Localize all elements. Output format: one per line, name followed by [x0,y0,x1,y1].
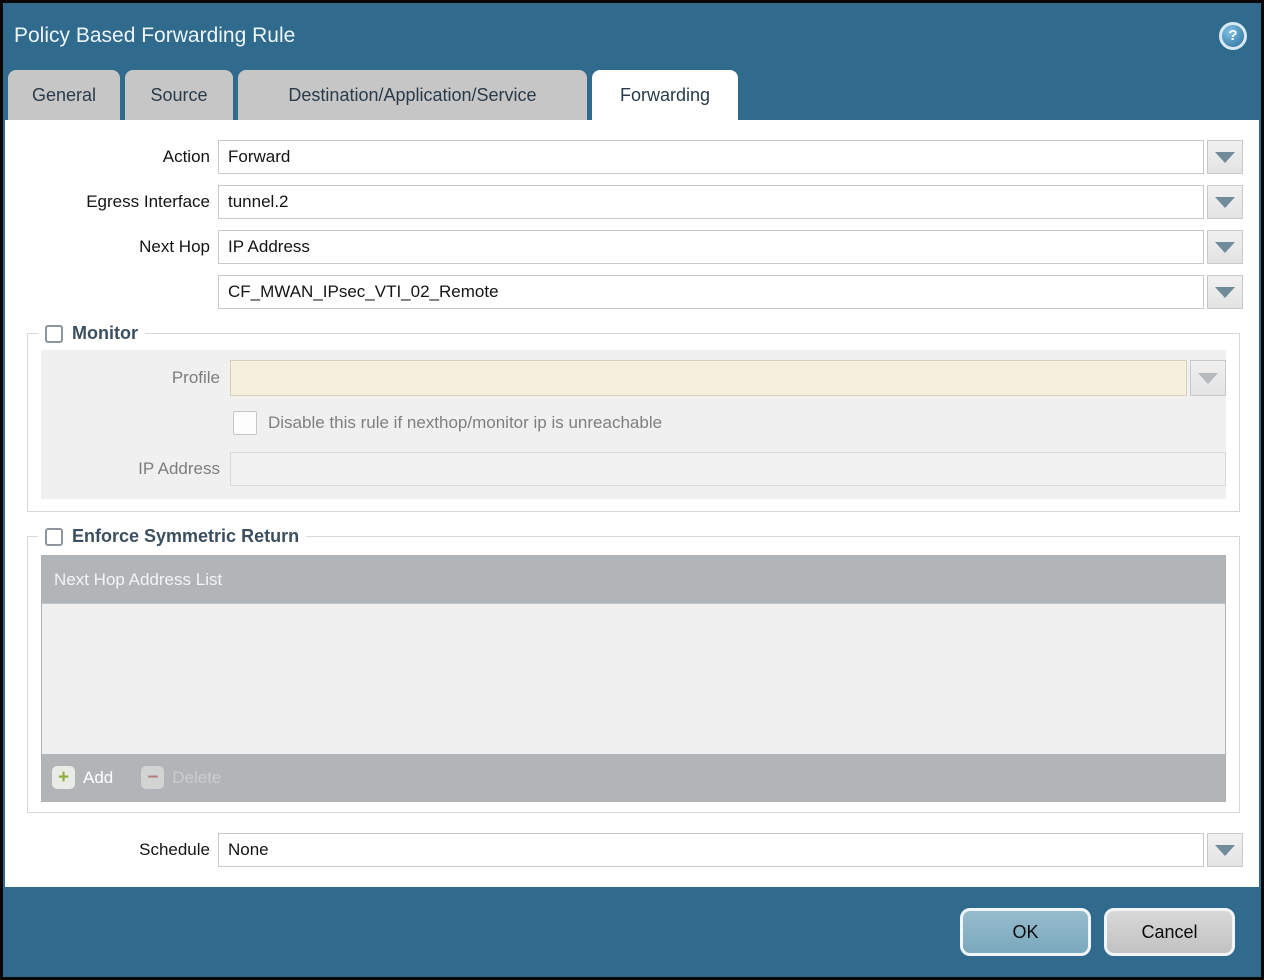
next-hop-type-dropdown-button[interactable] [1207,230,1243,264]
chevron-down-icon [1215,152,1235,163]
enforce-symmetric-return-checkbox[interactable] [45,528,63,546]
dialog-titlebar: Policy Based Forwarding Rule ? [3,3,1261,68]
profile-row: Profile [41,360,1226,396]
monitor-ip-label: IP Address [41,459,230,479]
egress-interface-row: Egress Interface tunnel.2 [21,185,1243,219]
enforce-symmetric-return-section: Enforce Symmetric Return Next Hop Addres… [27,526,1240,813]
plus-icon: + [52,766,75,789]
dialog-footer: OK Cancel [3,887,1261,977]
enforce-legend-label: Enforce Symmetric Return [72,526,299,547]
minus-icon: − [141,766,164,789]
chevron-down-icon [1215,845,1235,856]
schedule-dropdown-button[interactable] [1207,833,1243,867]
delete-button: − Delete [141,766,221,789]
chevron-down-icon [1215,197,1235,208]
next-hop-address-row: CF_MWAN_IPsec_VTI_02_Remote [21,275,1243,309]
tab-destination-application-service[interactable]: Destination/Application/Service [238,70,587,120]
enforce-legend: Enforce Symmetric Return [38,526,306,547]
help-icon[interactable]: ? [1219,22,1247,50]
add-button[interactable]: + Add [52,766,113,789]
next-hop-address-dropdown-button[interactable] [1207,275,1243,309]
action-dropdown-button[interactable] [1207,140,1243,174]
disable-rule-row: Disable this rule if nexthop/monitor ip … [233,411,1226,435]
next-hop-label: Next Hop [21,237,218,257]
egress-interface-label: Egress Interface [21,192,218,212]
monitor-ip-input-disabled [230,452,1226,486]
monitor-legend: Monitor [38,323,145,344]
profile-select-disabled [230,360,1187,396]
dialog-title: Policy Based Forwarding Rule [14,24,295,48]
add-button-label: Add [83,768,113,788]
action-select[interactable]: Forward [218,140,1204,174]
chevron-down-icon [1215,242,1235,253]
cancel-button[interactable]: Cancel [1104,908,1235,956]
action-row: Action Forward [21,140,1243,174]
tab-forwarding[interactable]: Forwarding [592,70,738,120]
next-hop-type-select[interactable]: IP Address [218,230,1204,264]
schedule-select[interactable]: None [218,833,1204,867]
next-hop-row: Next Hop IP Address [21,230,1243,264]
monitor-legend-label: Monitor [72,323,138,344]
egress-interface-dropdown-button[interactable] [1207,185,1243,219]
chevron-down-icon [1198,373,1218,384]
disable-rule-label: Disable this rule if nexthop/monitor ip … [268,413,662,433]
monitor-ip-row: IP Address [41,452,1226,486]
ok-button[interactable]: OK [960,908,1091,956]
tab-source[interactable]: Source [125,70,233,120]
next-hop-address-list-header: Next Hop Address List [42,556,1225,604]
monitor-section: Monitor Profile Disable this rule if nex… [27,323,1240,512]
profile-dropdown-button [1190,360,1226,396]
egress-interface-select[interactable]: tunnel.2 [218,185,1204,219]
tab-general[interactable]: General [8,70,120,120]
schedule-label: Schedule [21,840,218,860]
monitor-checkbox[interactable] [45,325,63,343]
delete-button-label: Delete [172,768,221,788]
monitor-panel: Profile Disable this rule if nexthop/mon… [41,350,1226,499]
next-hop-address-list-body [42,604,1225,754]
schedule-row: Schedule None [21,833,1243,867]
chevron-down-icon [1215,287,1235,298]
next-hop-address-list-toolbar: + Add − Delete [42,754,1225,801]
next-hop-address-list-table: Next Hop Address List + Add − Delete [41,555,1226,802]
profile-label: Profile [41,368,230,388]
disable-rule-checkbox [233,411,257,435]
next-hop-address-select[interactable]: CF_MWAN_IPsec_VTI_02_Remote [218,275,1204,309]
pbf-rule-dialog: Policy Based Forwarding Rule ? General S… [0,0,1264,980]
forwarding-tab-panel: Action Forward Egress Interface tunnel.2… [5,120,1259,887]
tab-bar: General Source Destination/Application/S… [3,68,1261,120]
action-label: Action [21,147,218,167]
